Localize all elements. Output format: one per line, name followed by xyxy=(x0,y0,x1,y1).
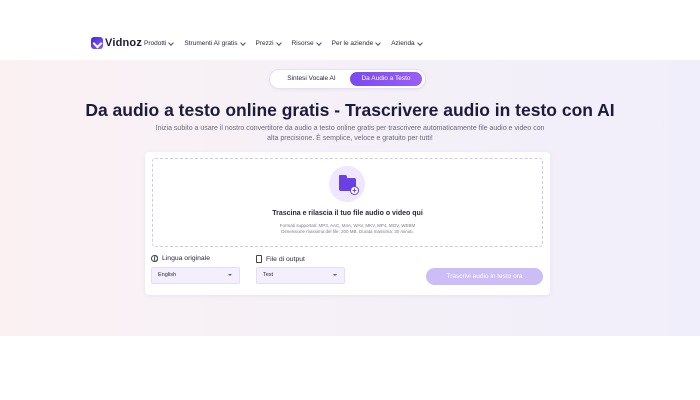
file-limits: Dimensione massima del file: 200 MB. Dur… xyxy=(281,229,414,234)
nav-label: Azienda xyxy=(391,40,415,47)
output-select[interactable]: Text xyxy=(256,267,345,284)
language-select[interactable]: English xyxy=(151,267,240,284)
main-menu: Prodotti Strumenti AI gratis Prezzi Riso… xyxy=(144,39,423,47)
language-label: Lingua originale xyxy=(151,255,210,262)
chevron-down-icon xyxy=(168,39,175,46)
top-navbar: Vidnoz Prodotti Strumenti AI gratis Prez… xyxy=(0,0,700,60)
brand-logo[interactable]: Vidnoz xyxy=(91,37,142,49)
chevron-down-icon xyxy=(239,39,246,46)
output-label: File di output xyxy=(256,255,305,263)
nav-item-azienda[interactable]: Azienda xyxy=(391,39,423,47)
output-value: Text xyxy=(263,272,274,278)
plus-icon: + xyxy=(350,186,359,195)
nav-item-prezzi[interactable]: Prezzi xyxy=(255,39,282,47)
logo-mark-icon xyxy=(91,37,103,49)
chevron-down-icon xyxy=(275,39,282,46)
output-label-text: File di output xyxy=(266,255,305,263)
transcribe-button[interactable]: Trascrivi audio in testo ora xyxy=(426,268,543,285)
nav-label: Strumenti AI gratis xyxy=(184,40,238,47)
nav-label: Risorse xyxy=(291,40,314,47)
file-icon xyxy=(256,255,262,263)
nav-item-prodotti[interactable]: Prodotti xyxy=(144,39,175,47)
chevron-down-icon xyxy=(315,39,322,46)
upload-folder-icon[interactable]: + xyxy=(329,166,365,202)
drop-zone-title: Trascina e rilascia il tuo file audio o … xyxy=(272,210,423,217)
language-label-text: Lingua originale xyxy=(162,255,210,262)
drop-zone-note: Formati supportati: MP3, AAC, M4A, WAV, … xyxy=(152,223,543,235)
nav-label: Prodotti xyxy=(144,40,167,47)
tab-audio-to-text[interactable]: Da Audio a Testo xyxy=(350,72,422,86)
page-title: Da audio a testo online gratis - Trascri… xyxy=(85,100,615,120)
page-subtitle: Inizia subito a usare il nostro converti… xyxy=(155,125,545,142)
globe-icon xyxy=(151,255,158,262)
brand-name: Vidnoz xyxy=(105,37,143,49)
nav-label: Per le aziende xyxy=(331,40,374,47)
chevron-down-icon xyxy=(375,39,382,46)
nav-label: Prezzi xyxy=(255,40,274,47)
chevron-down-icon xyxy=(416,39,423,46)
tab-text-to-speech[interactable]: Sintesi Vocale AI xyxy=(274,72,349,86)
mode-switcher: Sintesi Vocale AI Da Audio a Testo xyxy=(269,69,426,89)
caret-down-icon xyxy=(228,274,232,276)
caret-down-icon xyxy=(333,274,337,276)
nav-item-aziende[interactable]: Per le aziende xyxy=(331,39,382,47)
language-value: English xyxy=(158,272,177,278)
nav-item-risorse[interactable]: Risorse xyxy=(291,39,322,47)
nav-item-strumenti[interactable]: Strumenti AI gratis xyxy=(184,39,246,47)
